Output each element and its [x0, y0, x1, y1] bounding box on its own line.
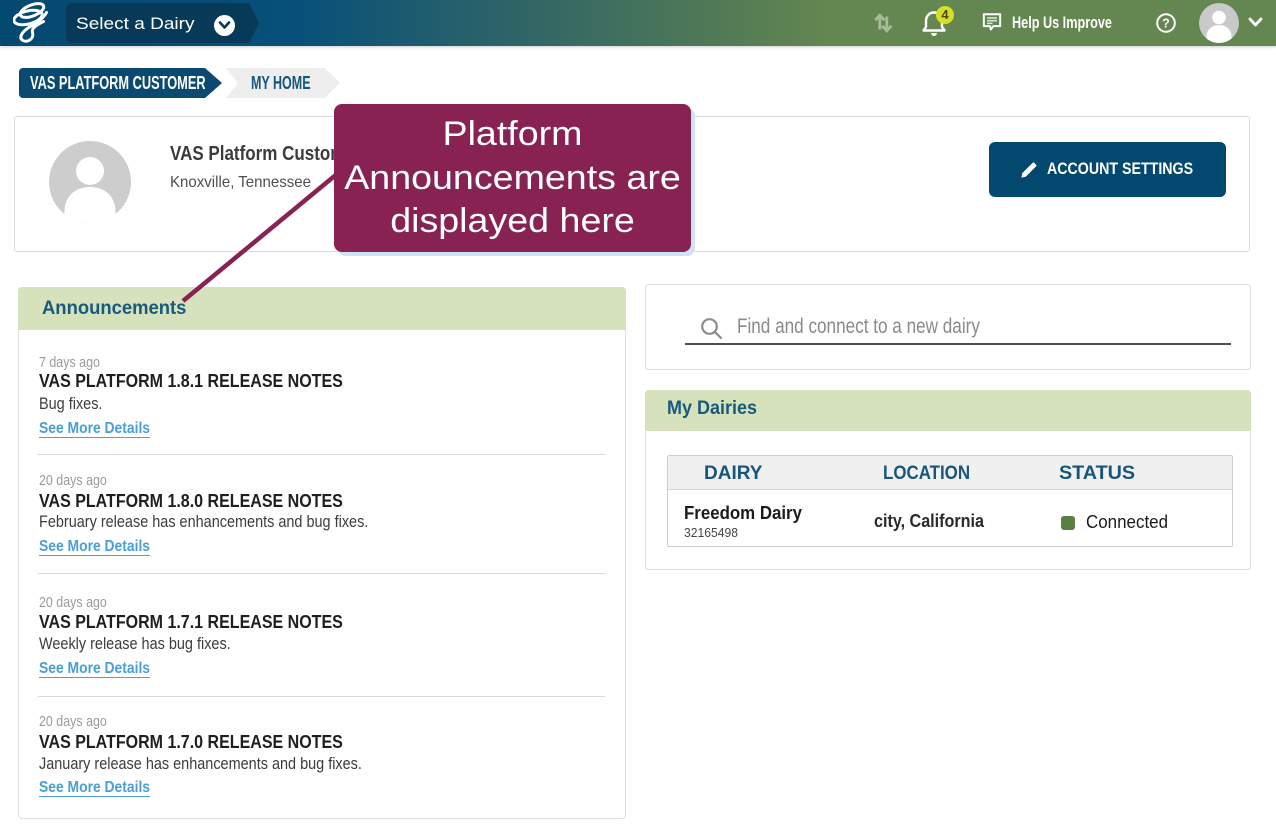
svg-text:?: ? — [1162, 17, 1170, 31]
